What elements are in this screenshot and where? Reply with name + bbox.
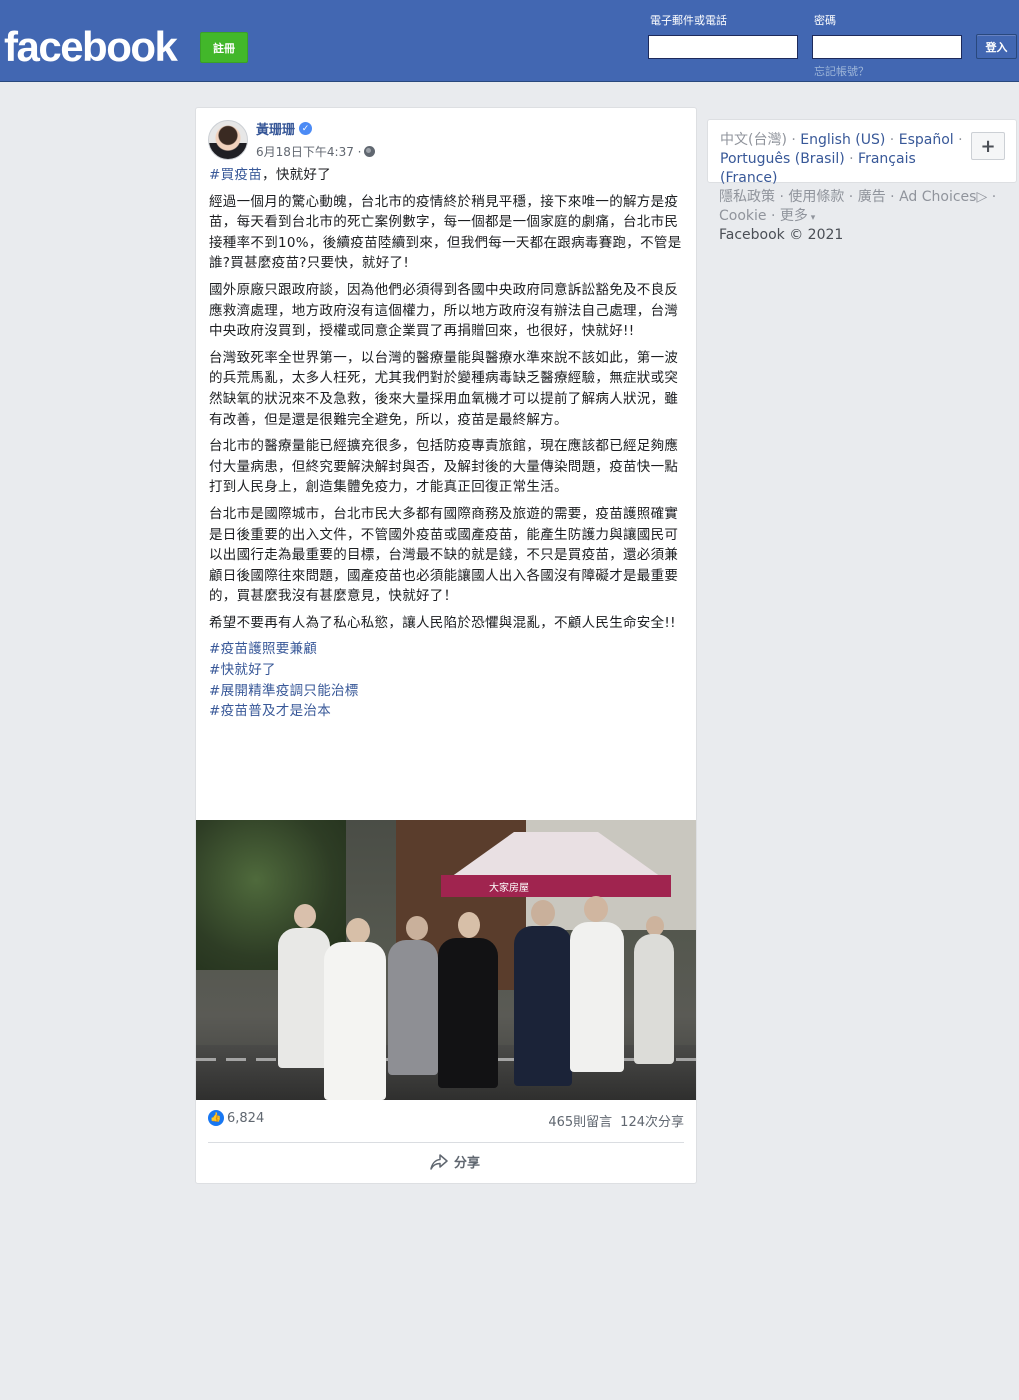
email-label: 電子郵件或電話 (650, 14, 727, 27)
person-head (458, 912, 480, 938)
tent-banner: 大家房屋 (441, 875, 671, 897)
hashtag-link[interactable]: #快就好了 (209, 662, 276, 678)
hashtag-link[interactable]: #展開精準疫調只能治標 (209, 683, 359, 699)
language-current: 中文(台灣) (720, 132, 787, 148)
language-link[interactable]: English (US) (800, 132, 885, 148)
like-count[interactable]: 6,824 (227, 1111, 264, 1126)
person-figure (324, 942, 386, 1100)
password-field[interactable] (812, 35, 962, 59)
post-card: 黃珊珊 ✓ 6月18日下午4:37 · #買疫苗，快就好了 經過一個月的驚心動魄… (195, 107, 697, 1184)
post-paragraph: 國外原廠只跟政府談，因為他們必須得到各國中央政府同意訴訟豁免及不良反應救濟處理，… (209, 281, 679, 340)
author-name[interactable]: 黃珊珊 (256, 119, 295, 138)
share-arrow-icon (430, 1153, 448, 1170)
login-button[interactable]: 登入 (976, 34, 1017, 59)
tent-sign-text: 大家房屋 (489, 883, 529, 894)
chevron-down-icon: ▾ (807, 213, 816, 223)
hashtag-link[interactable]: #疫苗護照要兼顧 (209, 641, 317, 657)
like-reaction-icon[interactable]: 👍 (208, 1110, 224, 1126)
signup-button[interactable]: 註冊 (200, 32, 248, 63)
language-list: 中文(台灣) · English (US) · Español · Portug… (720, 132, 963, 186)
footer-link-ad-choices[interactable]: Ad Choices (899, 189, 976, 205)
footer-link-privacy[interactable]: 隱私政策 (719, 189, 775, 205)
person-figure (634, 934, 674, 1064)
share-label: 分享 (454, 1156, 481, 1171)
post-author[interactable]: 黃珊珊 ✓ (256, 119, 313, 138)
globe-icon (364, 146, 376, 157)
post-paragraph: 台灣致死率全世界第一，以台灣的醫療量能與醫療水準來說不該如此，第一波的兵荒馬亂，… (209, 349, 679, 428)
person-head (294, 904, 316, 928)
more-languages-button[interactable]: + (971, 132, 1005, 160)
top-navigation-bar: facebook 註冊 電子郵件或電話 密碼 登入 忘記帳號？ (0, 0, 1019, 82)
language-link[interactable]: Español (899, 132, 954, 148)
post-paragraph: 台北市的醫療量能已經擴充很多，包括防疫專責旅館，現在應該都已經足夠應付大量病患，… (209, 438, 679, 496)
engagement-counts: 465則留言 124次分享 (548, 1111, 684, 1130)
person-head (346, 918, 370, 944)
share-button[interactable]: 分享 (430, 1152, 480, 1171)
email-field[interactable] (648, 35, 798, 59)
person-figure (438, 938, 498, 1088)
footer-link-more[interactable]: 更多 (780, 208, 808, 224)
copyright-text: Facebook © 2021 (719, 227, 844, 243)
avatar[interactable] (208, 120, 248, 160)
forgot-account-link[interactable]: 忘記帳號？ (814, 63, 869, 79)
footer-link-terms[interactable]: 使用條款 (788, 189, 844, 205)
verified-badge-icon: ✓ (299, 122, 313, 135)
post-photo[interactable]: 大家房屋 (196, 820, 696, 1100)
person-figure (278, 928, 330, 1068)
language-link[interactable]: Português (Brasil) (720, 151, 845, 167)
hashtag-link[interactable]: #疫苗普及才是治本 (209, 703, 331, 719)
footer-links: 隱私政策 · 使用條款 · 廣告 · Ad Choices▷ · Cookie … (719, 189, 997, 224)
ad-choices-icon: ▷ (976, 189, 988, 205)
footer-link-cookie[interactable]: Cookie (719, 208, 767, 224)
comment-count[interactable]: 465則留言 (548, 1111, 612, 1130)
post-paragraph: 希望不要再有人為了私心私慾，讓人民陷於恐懼與混亂，不顧人民生命安全!! (209, 614, 676, 631)
post-body: #買疫苗，快就好了 經過一個月的驚心動魄，台北市的疫情終於稍見平穩，接下來唯一的… (209, 165, 683, 722)
share-count[interactable]: 124次分享 (620, 1111, 684, 1130)
hashtag-list: #疫苗護照要兼顧 #快就好了 #展開精準疫調只能治標 #疫苗普及才是治本 (209, 639, 683, 721)
language-selector-box: 中文(台灣) · English (US) · Español · Portug… (707, 119, 1017, 186)
divider (208, 1142, 684, 1143)
person-head (584, 896, 608, 922)
person-figure (514, 926, 572, 1086)
person-head (646, 916, 664, 936)
footer-link-ads[interactable]: 廣告 (858, 189, 886, 205)
post-paragraph: 經過一個月的驚心動魄，台北市的疫情終於稍見平穩，接下來唯一的解方是疫苗，每天看到… (209, 193, 682, 272)
post-text: ，快就好了 (262, 167, 332, 183)
person-head (531, 900, 555, 926)
person-figure (570, 922, 624, 1072)
facebook-logo[interactable]: facebook (4, 24, 178, 70)
post-paragraph: 台北市是國際城市，台北市民大多都有國際商務及旅遊的需要，疫苗護照確實是日後重要的… (209, 505, 679, 605)
post-first-line: #買疫苗，快就好了 (209, 165, 683, 186)
person-head (406, 916, 428, 940)
post-timestamp[interactable]: 6月18日下午4:37 · (256, 143, 361, 160)
person-figure (388, 940, 438, 1075)
password-label: 密碼 (814, 14, 836, 27)
post-meta: 6月18日下午4:37 · (256, 143, 376, 160)
hashtag-link[interactable]: #買疫苗 (209, 167, 262, 183)
